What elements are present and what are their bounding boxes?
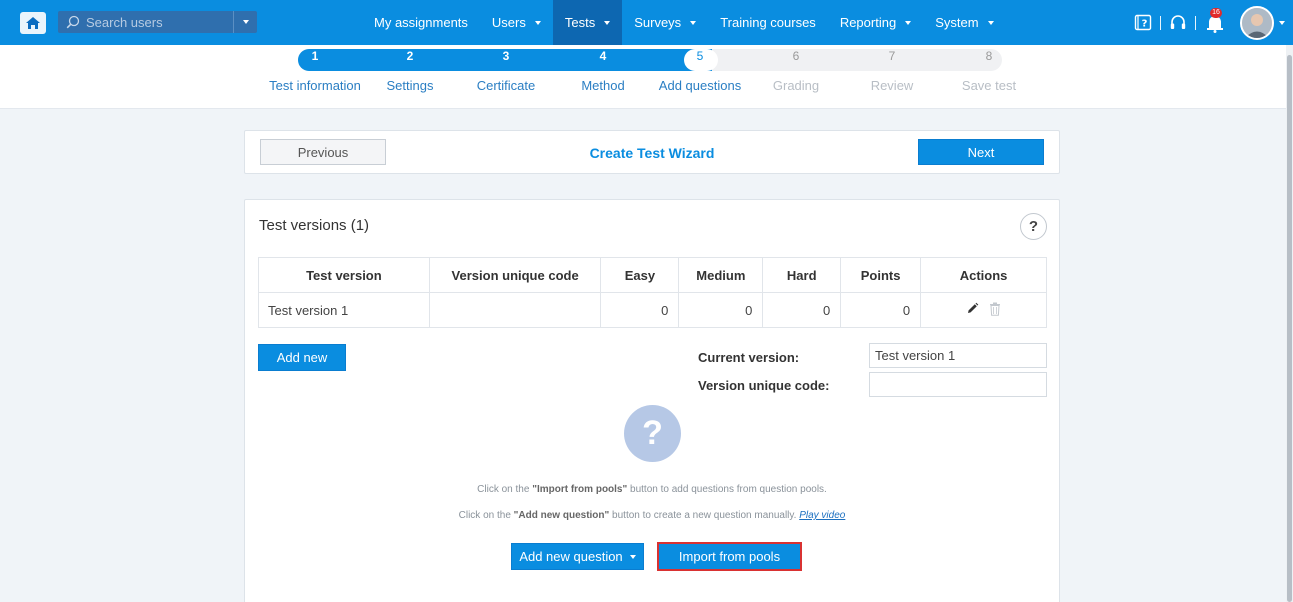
test-versions-card: Test versions (1) ? Test version Version… — [244, 199, 1060, 602]
user-search-box — [58, 11, 257, 33]
menu-my-assignments[interactable]: My assignments — [362, 0, 480, 45]
step-8-label: Save test — [961, 78, 1017, 93]
hard-count-cell: 0 — [762, 292, 842, 328]
chevron-down-icon — [604, 20, 611, 25]
chevron-down-icon — [905, 20, 912, 25]
step-7-label: Review — [870, 78, 914, 93]
current-version-label: Current version: — [698, 350, 800, 365]
version-unique-code-field[interactable] — [869, 372, 1047, 397]
top-navigation-bar: My assignments Users Tests Surveys Train… — [0, 0, 1293, 45]
column-header: Version unique code — [428, 257, 602, 293]
search-icon — [66, 15, 80, 29]
step-2-number[interactable]: 2 — [407, 49, 414, 63]
table-header-row: Test version Version unique code Easy Me… — [258, 257, 1047, 293]
chevron-down-icon — [629, 554, 636, 559]
support-button[interactable] — [1169, 14, 1187, 32]
column-header: Points — [840, 257, 922, 293]
wizard-steps: 1 2 3 4 5 6 7 8 Test information Setting… — [0, 45, 1286, 109]
step-5-label: Add questions — [658, 78, 742, 93]
step-1-number[interactable]: 1 — [312, 49, 319, 63]
previous-button[interactable]: Previous — [260, 139, 386, 165]
chevron-down-icon — [690, 20, 697, 25]
next-button[interactable]: Next — [918, 139, 1044, 165]
column-header: Medium — [678, 257, 764, 293]
add-new-version-button[interactable]: Add new — [258, 344, 346, 371]
step-1-label[interactable]: Test information — [269, 78, 361, 93]
step-6-label: Grading — [772, 78, 820, 93]
version-code-cell — [428, 292, 602, 328]
step-5-number: 5 — [696, 49, 704, 63]
question-mark-icon: ? — [1028, 218, 1039, 235]
menu-users[interactable]: Users — [480, 0, 553, 45]
easy-count-cell: 0 — [600, 292, 680, 328]
search-options-dropdown[interactable] — [233, 11, 257, 33]
page-scrollbar-thumb[interactable] — [1287, 55, 1292, 602]
help-book-button[interactable]: ? — [1134, 14, 1152, 31]
no-questions-icon: ? — [624, 405, 681, 462]
home-button[interactable] — [20, 12, 46, 34]
add-new-question-button[interactable]: Add new question — [511, 543, 644, 570]
home-icon — [26, 17, 40, 29]
menu-surveys[interactable]: Surveys — [622, 0, 708, 45]
menu-system[interactable]: System — [923, 0, 1005, 45]
divider — [1195, 15, 1196, 30]
svg-text:?: ? — [1142, 19, 1148, 30]
column-header: Actions — [920, 257, 1047, 293]
help-book-icon: ? — [1134, 14, 1152, 31]
help-button[interactable]: ? — [1020, 213, 1047, 240]
actions-cell — [920, 292, 1047, 328]
step-4-label[interactable]: Method — [581, 78, 624, 93]
user-avatar[interactable] — [1240, 5, 1274, 40]
test-versions-table: Test version Version unique code Easy Me… — [258, 257, 1047, 328]
edit-pencil-icon[interactable] — [966, 302, 979, 315]
step-4-number[interactable]: 4 — [600, 49, 607, 63]
step-8-number: 8 — [985, 49, 993, 63]
divider — [1160, 15, 1161, 30]
import-hint-text: Click on the "Import from pools" button … — [477, 484, 827, 495]
menu-training-courses[interactable]: Training courses — [708, 0, 828, 45]
menu-tests[interactable]: Tests — [552, 0, 623, 45]
notifications-button[interactable]: 16 — [1204, 7, 1226, 33]
add-question-hint-text: Click on the "Add new question" button t… — [458, 510, 846, 521]
search-input[interactable] — [86, 13, 236, 31]
notification-count-badge: 16 — [1210, 7, 1222, 18]
step-7-number: 7 — [888, 49, 896, 63]
header-utilities: ? 16 — [1134, 0, 1285, 45]
chevron-down-icon[interactable] — [1279, 20, 1285, 25]
play-video-link[interactable]: Play video — [799, 510, 845, 521]
column-header: Easy — [600, 257, 680, 293]
chevron-down-icon — [242, 20, 249, 24]
column-header: Test version — [258, 257, 430, 293]
headset-icon — [1170, 14, 1186, 29]
chevron-down-icon — [987, 20, 994, 25]
step-2-label[interactable]: Settings — [387, 78, 434, 93]
chevron-down-icon — [534, 20, 541, 25]
step-6-number: 6 — [792, 49, 800, 63]
table-row: Test version 1 0 0 0 0 — [258, 292, 1047, 328]
points-cell: 0 — [840, 292, 922, 328]
delete-trash-icon[interactable] — [989, 302, 1001, 316]
avatar-image — [1242, 7, 1272, 38]
menu-reporting[interactable]: Reporting — [828, 0, 923, 45]
version-unique-code-label: Version unique code: — [698, 378, 830, 393]
step-3-label[interactable]: Certificate — [477, 78, 536, 93]
import-from-pools-button[interactable]: Import from pools — [657, 542, 802, 571]
current-version-field[interactable] — [869, 343, 1047, 368]
question-mark-glyph: ? — [642, 414, 663, 452]
step-3-number[interactable]: 3 — [503, 49, 510, 63]
main-menu: My assignments Users Tests Surveys Train… — [362, 0, 1006, 45]
steps-progress-bar — [298, 49, 1002, 71]
wizard-navigation-card: Previous Create Test Wizard Next — [244, 130, 1060, 174]
column-header: Hard — [762, 257, 842, 293]
card-title: Test versions (1) — [259, 217, 370, 234]
medium-count-cell: 0 — [678, 292, 764, 328]
version-name-cell: Test version 1 — [258, 292, 430, 328]
